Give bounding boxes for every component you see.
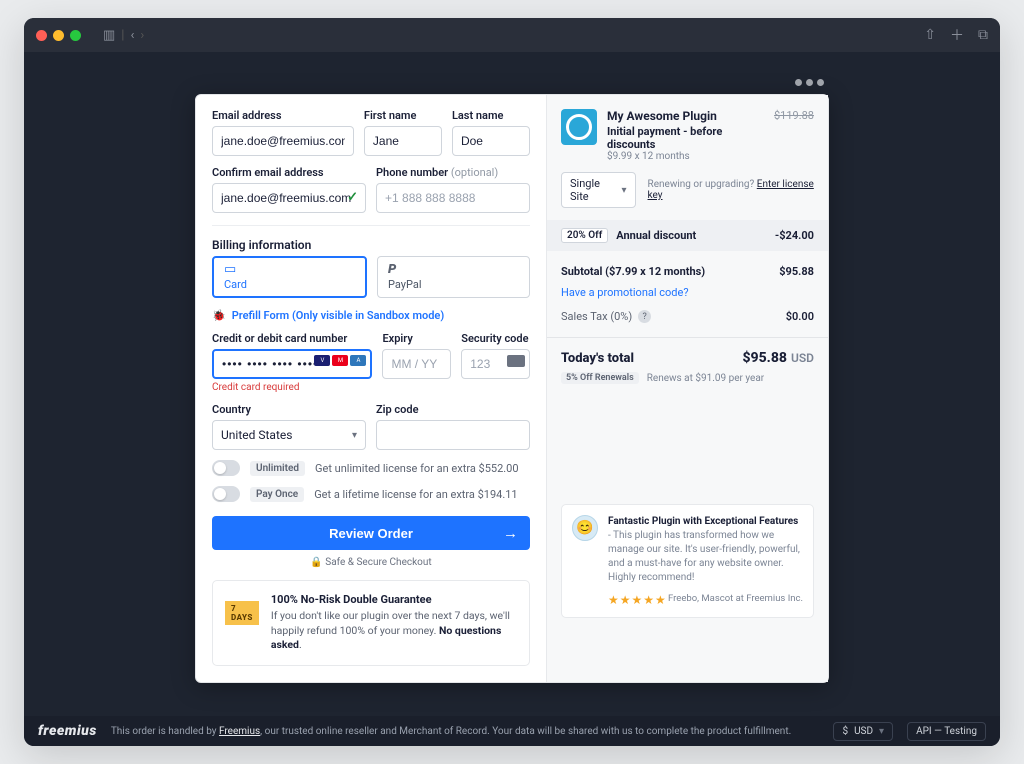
- first-name-field[interactable]: [364, 126, 442, 156]
- unlimited-pill: Unlimited: [250, 461, 305, 476]
- window-maximize-icon[interactable]: [70, 30, 81, 41]
- subtotal-label: Subtotal ($7.99 x 12 months): [561, 265, 705, 278]
- product-name: My Awesome Plugin: [607, 109, 764, 123]
- help-icon[interactable]: ?: [638, 310, 651, 323]
- initial-payment-label: Initial payment - before discounts: [607, 125, 764, 151]
- expiry-field[interactable]: [382, 349, 451, 379]
- nav-forward-icon[interactable]: ›: [140, 28, 144, 43]
- brand-logo: freemius: [38, 723, 97, 739]
- phone-field[interactable]: [376, 183, 530, 213]
- total-value: $95.88: [742, 350, 787, 366]
- guarantee-title: 100% No-Risk Double Guarantee: [271, 593, 517, 606]
- api-mode-button[interactable]: API — Testing: [907, 722, 986, 741]
- footer-bar: freemius This order is handled by Freemi…: [24, 716, 1000, 746]
- guarantee-badge: 7 DAYS: [225, 593, 259, 633]
- confirm-email-label: Confirm email address: [212, 166, 366, 179]
- nav-back-icon[interactable]: ‹: [130, 28, 134, 43]
- prefill-sandbox-link[interactable]: 🐞 Prefill Form (Only visible in Sandbox …: [212, 309, 444, 322]
- sidebar-toggle-icon[interactable]: ▥: [103, 28, 115, 43]
- zip-label: Zip code: [376, 403, 530, 416]
- billing-header: Billing information: [212, 238, 530, 252]
- modal-traffic-lights: [795, 79, 824, 86]
- stage: Email address First name Last name: [24, 52, 1000, 716]
- unlimited-toggle[interactable]: [212, 460, 240, 476]
- freemius-link[interactable]: Freemius: [219, 726, 260, 737]
- lock-icon: 🔒: [310, 557, 322, 568]
- renewal-discount-badge: 5% Off Renewals: [561, 372, 639, 384]
- dollar-icon: $: [842, 726, 848, 737]
- payonce-pill: Pay Once: [250, 487, 304, 502]
- card-error: Credit card required: [212, 382, 372, 393]
- tax-label: Sales Tax (0%): [561, 310, 632, 323]
- product-icon: [561, 109, 597, 145]
- promo-code-link[interactable]: Have a promotional code?: [561, 286, 689, 299]
- payonce-toggle[interactable]: [212, 486, 240, 502]
- unlimited-text: Get unlimited license for an extra $552.…: [315, 462, 519, 475]
- window-close-icon[interactable]: [36, 30, 47, 41]
- share-icon[interactable]: ⇧: [924, 27, 936, 43]
- email-field[interactable]: [212, 126, 354, 156]
- order-summary: My Awesome Plugin Initial payment - befo…: [546, 95, 828, 682]
- total-label: Today's total: [561, 351, 742, 366]
- chevron-down-icon: ▾: [352, 430, 357, 441]
- payonce-text: Get a lifetime license for an extra $194…: [314, 488, 517, 501]
- testimonial-text: Fantastic Plugin with Exceptional Featur…: [608, 515, 803, 585]
- arrow-right-icon: →: [503, 525, 518, 542]
- subtotal-value: $95.88: [779, 265, 814, 278]
- discount-pct-badge: 20% Off: [561, 228, 608, 243]
- expiry-label: Expiry: [382, 332, 451, 345]
- guarantee-box: 7 DAYS 100% No-Risk Double Guarantee If …: [212, 580, 530, 666]
- checkout-form: Email address First name Last name: [196, 95, 546, 682]
- avatar: 😊: [572, 515, 598, 541]
- tax-value: $0.00: [786, 310, 814, 323]
- total-currency: USD: [791, 351, 814, 365]
- initial-payment-rate: $9.99 x 12 months: [607, 151, 764, 162]
- guarantee-body: If you don't like our plugin over the ne…: [271, 609, 517, 653]
- confirm-email-field[interactable]: [212, 183, 366, 213]
- card-number-label: Credit or debit card number: [212, 332, 372, 345]
- chevron-down-icon: ▾: [879, 726, 884, 737]
- first-name-label: First name: [364, 109, 442, 122]
- last-name-label: Last name: [452, 109, 530, 122]
- star-rating: ★★★★★: [608, 593, 667, 607]
- check-icon: ✓: [347, 190, 358, 205]
- discount-amount: -$24.00: [775, 229, 814, 242]
- country-label: Country: [212, 403, 366, 416]
- review-order-button[interactable]: Review Order →: [212, 516, 530, 550]
- license-select[interactable]: Single Site ▾: [561, 172, 636, 208]
- new-tab-icon[interactable]: ＋: [950, 25, 964, 45]
- discount-row: 20% Off Annual discount -$24.00: [547, 220, 828, 251]
- renewal-note: Renews at $91.09 per year: [647, 373, 764, 384]
- bug-icon: 🐞: [212, 309, 226, 322]
- zip-field[interactable]: [376, 420, 530, 450]
- browser-window: ▥ | ‹ › ⇧ ＋ ⧉ Email address: [24, 18, 1000, 746]
- checkout-modal: Email address First name Last name: [195, 94, 829, 683]
- country-select[interactable]: United States ▾: [212, 420, 366, 450]
- phone-label: Phone number (optional): [376, 166, 530, 179]
- cvv-icon: [507, 355, 525, 367]
- card-icon: ▭: [224, 263, 355, 276]
- currency-selector[interactable]: $ USD ▾: [833, 722, 893, 741]
- testimonial-byline: Freebo, Mascot at Freemius Inc.: [668, 593, 803, 604]
- testimonial-card: 😊 Fantastic Plugin with Exceptional Feat…: [561, 504, 814, 618]
- paypal-icon: P: [388, 263, 519, 276]
- card-brand-icons: V M A: [314, 355, 366, 366]
- window-minimize-icon[interactable]: [53, 30, 64, 41]
- renew-prompt: Renewing or upgrading? Enter license key: [648, 179, 814, 201]
- window-titlebar: ▥ | ‹ › ⇧ ＋ ⧉: [24, 18, 1000, 52]
- email-label: Email address: [212, 109, 354, 122]
- initial-strike-price: $119.88: [774, 109, 814, 122]
- tabs-icon[interactable]: ⧉: [978, 27, 988, 43]
- cvv-label: Security code: [461, 332, 530, 345]
- payment-tab-card[interactable]: ▭ Card: [212, 256, 367, 298]
- merchant-disclosure: This order is handled by Freemius, our t…: [111, 726, 791, 737]
- chevron-down-icon: ▾: [622, 185, 627, 196]
- payment-tab-paypal[interactable]: P PayPal: [377, 256, 530, 298]
- secure-checkout-note: 🔒 Safe & Secure Checkout: [212, 557, 530, 568]
- last-name-field[interactable]: [452, 126, 530, 156]
- discount-label: Annual discount: [616, 229, 767, 242]
